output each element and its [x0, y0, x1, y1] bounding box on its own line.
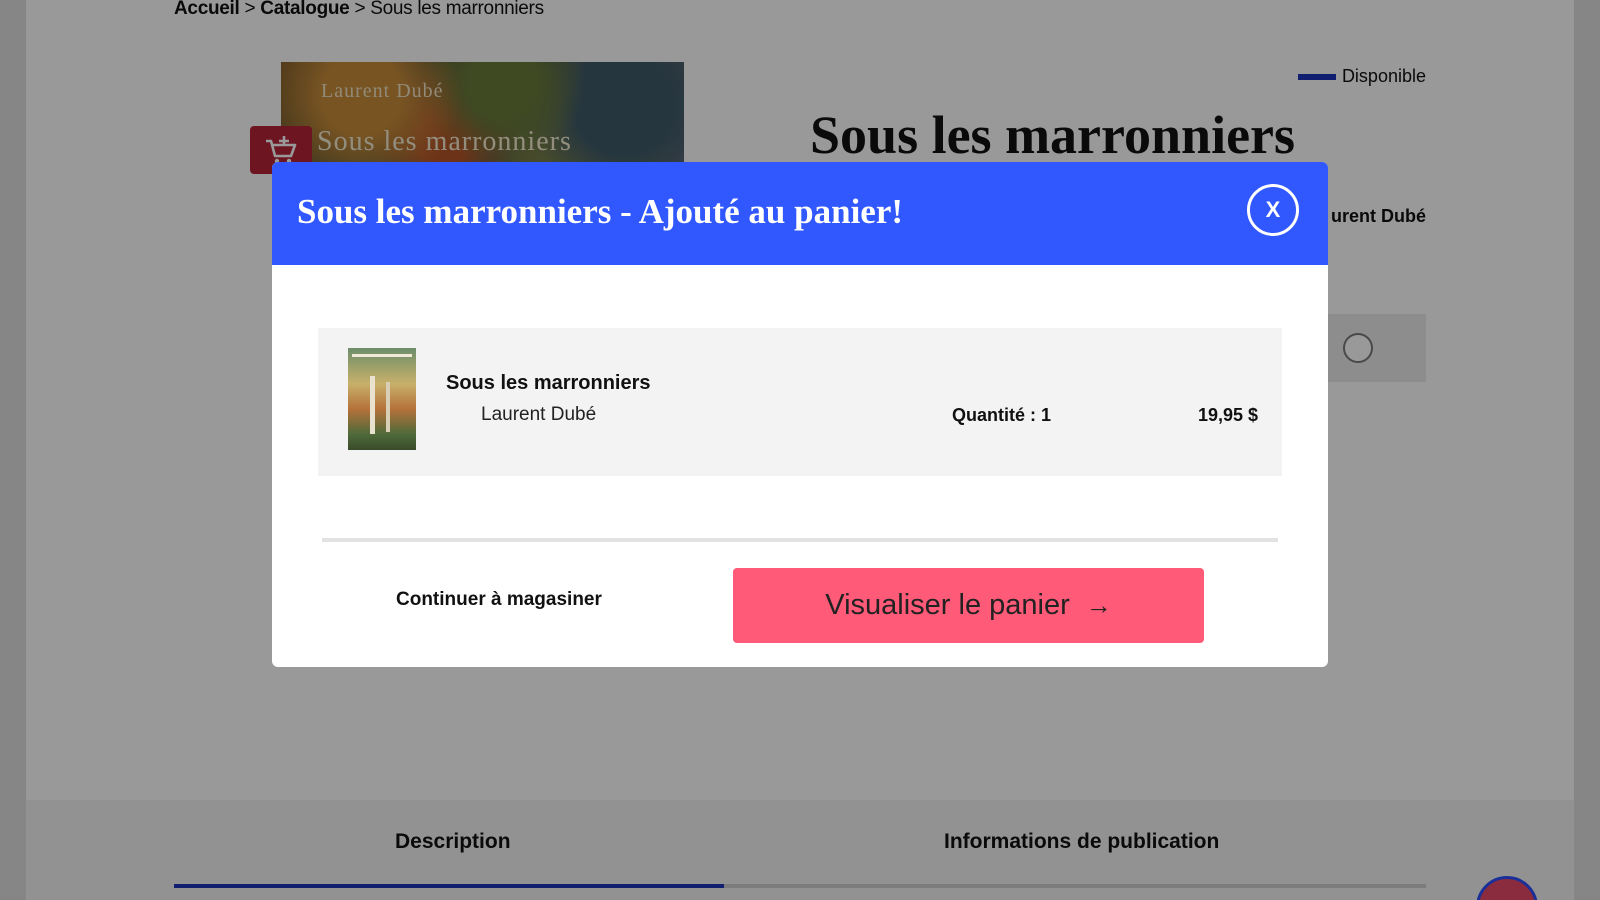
item-author: Laurent Dubé — [481, 404, 597, 425]
arrow-right-icon: → — [1085, 590, 1112, 620]
modal-title: Sous les marronniers - Ajouté au panier! — [297, 192, 904, 231]
item-thumbnail — [348, 348, 416, 450]
modal-header: Sous les marronniers - Ajouté au panier!… — [272, 162, 1328, 265]
item-quantity: Quantité : 1 — [952, 405, 1052, 425]
added-to-cart-modal: Sous les marronniers - Ajouté au panier!… — [272, 162, 1328, 667]
cart-item-row: Sous les marronniers Laurent Dubé Quanti… — [318, 328, 1282, 476]
item-title: Sous les marronniers — [446, 372, 651, 394]
close-button[interactable]: X — [1247, 184, 1299, 236]
view-cart-label: Visualiser le panier — [825, 589, 1070, 621]
view-cart-button[interactable]: Visualiser le panier → — [733, 568, 1204, 643]
close-icon: X — [1265, 197, 1281, 222]
modal-divider — [322, 538, 1278, 542]
item-price: 19,95 $ — [1197, 405, 1258, 425]
continue-shopping-link[interactable]: Continuer à magasiner — [396, 589, 602, 611]
